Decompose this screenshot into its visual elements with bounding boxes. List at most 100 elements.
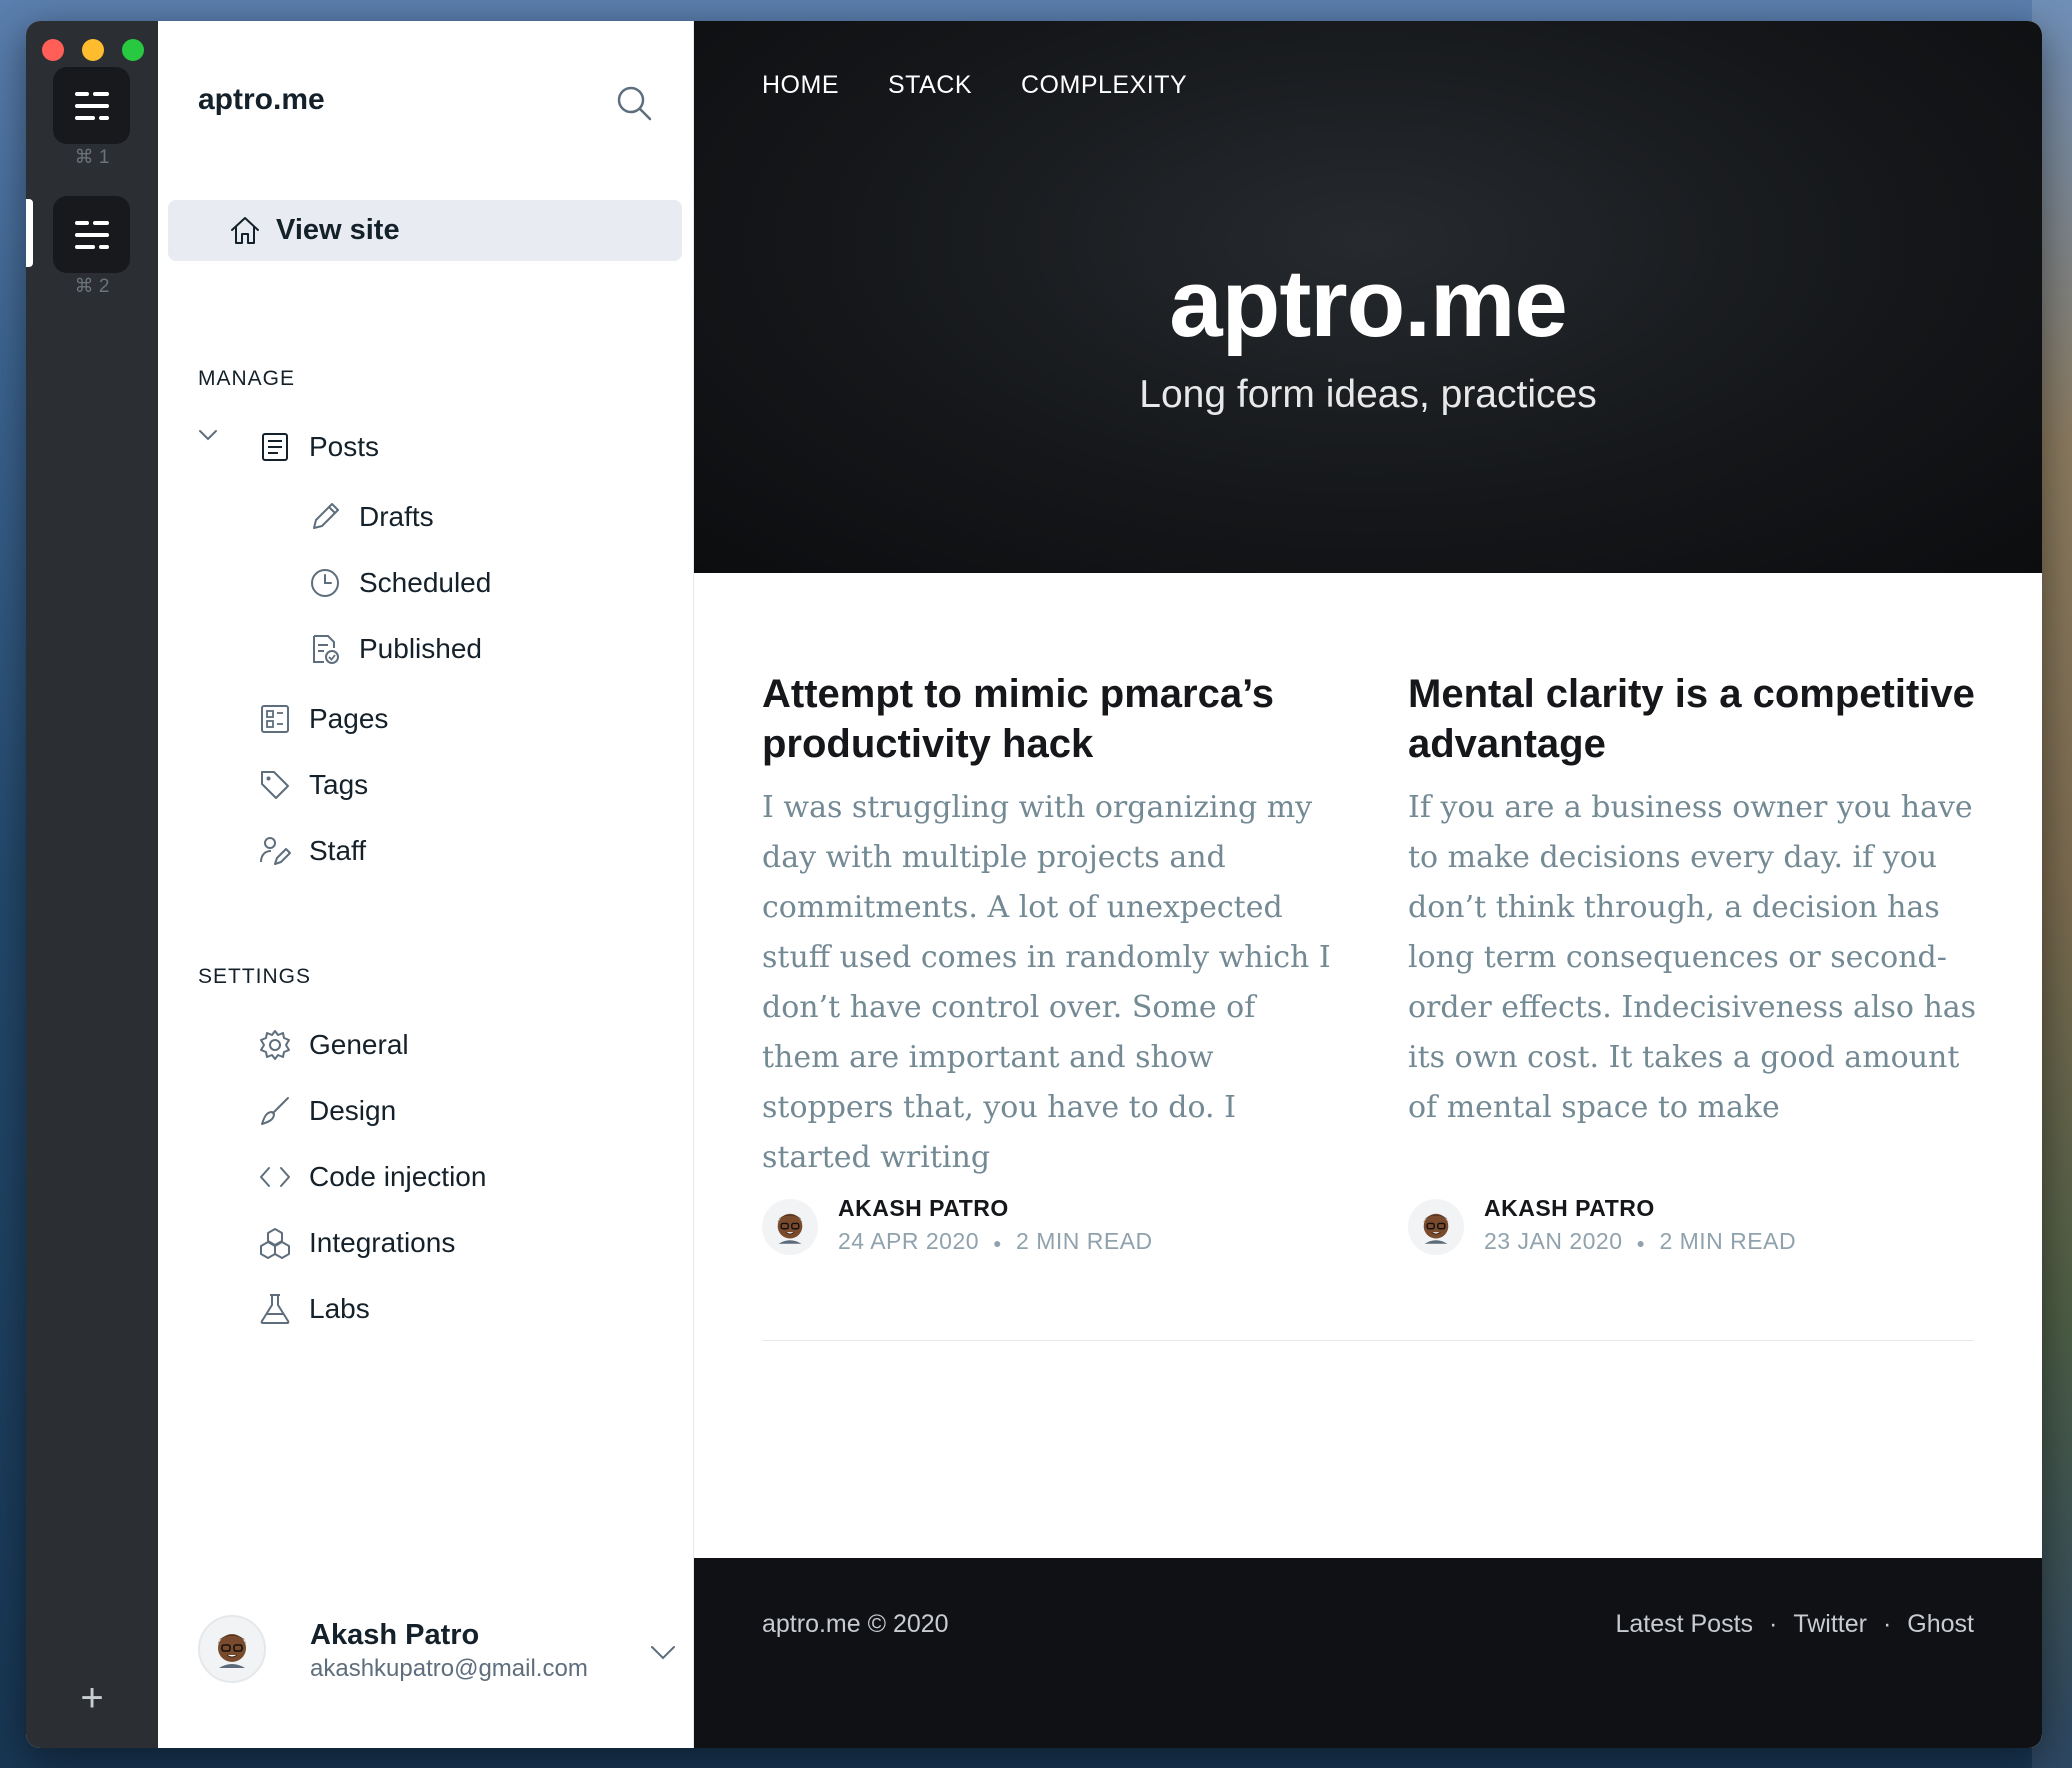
post-excerpt: If you are a business owner you have to …: [1408, 790, 1977, 1125]
nav-complexity-link[interactable]: COMPLEXITY: [1021, 71, 1187, 100]
site-nav: HOME STACK COMPLEXITY: [762, 71, 1187, 100]
manage-heading: MANAGE: [198, 367, 296, 390]
ghost-logo-icon: [74, 220, 109, 249]
footer-copyright: aptro.me © 2020: [762, 1610, 949, 1638]
ghost-logo-icon: [74, 91, 109, 120]
sidebar-item-posts[interactable]: Posts: [258, 425, 379, 469]
nav-stack-link[interactable]: STACK: [888, 71, 972, 100]
sidebar-item-drafts[interactable]: Drafts: [308, 495, 434, 539]
post-meta: AKASH PATRO 24 APR 2020 ● 2 MIN READ: [762, 1195, 1153, 1255]
sidebar-item-label: Code injection: [309, 1161, 487, 1192]
staff-icon: [260, 837, 291, 865]
footer-link-ghost[interactable]: Ghost: [1907, 1610, 1974, 1639]
search-icon[interactable]: [614, 83, 654, 123]
post-read-time: 2 MIN READ: [1016, 1228, 1153, 1254]
sidebar-item-published[interactable]: Published: [308, 627, 482, 671]
sidebar-item-pages[interactable]: Pages: [258, 697, 388, 741]
post-date-line: 24 APR 2020 ● 2 MIN READ: [838, 1228, 1153, 1255]
sidebar-item-general[interactable]: General: [258, 1023, 409, 1067]
sidebar-item-label: Tags: [309, 769, 369, 800]
author-avatar[interactable]: [1408, 1199, 1464, 1255]
post-title[interactable]: Mental clarity is a competitive advantag…: [1408, 669, 1978, 769]
user-name: Akash Patro: [310, 1619, 480, 1651]
post-author[interactable]: AKASH PATRO: [838, 1195, 1153, 1222]
posts-icon: [262, 433, 288, 461]
meta-separator: ●: [993, 1234, 1003, 1251]
post-author[interactable]: AKASH PATRO: [1484, 1195, 1796, 1222]
site-button-1[interactable]: [53, 67, 130, 144]
sidebar-item-label: Staff: [309, 835, 367, 866]
admin-sidebar: aptro.me View site MANAGE Posts Drafts S…: [158, 21, 694, 1748]
post-card[interactable]: Mental clarity is a competitive advantag…: [1408, 669, 1978, 1133]
active-site-indicator: [26, 199, 33, 267]
avatar-icon: [218, 1634, 246, 1668]
site-button-2[interactable]: [53, 196, 130, 273]
gear-icon: [260, 1030, 290, 1060]
site-brand: aptro.me: [198, 83, 325, 116]
pencil-icon: [313, 503, 339, 529]
sidebar-item-label: Scheduled: [359, 567, 492, 598]
sidebar-item-staff[interactable]: Staff: [258, 829, 366, 873]
footer-link-twitter[interactable]: Twitter: [1793, 1610, 1867, 1639]
footer-link-latest-posts[interactable]: Latest Posts: [1615, 1610, 1753, 1639]
user-email: akashkupatro@gmail.com: [310, 1655, 588, 1682]
sidebar-item-scheduled[interactable]: Scheduled: [308, 561, 491, 605]
clock-icon: [311, 569, 339, 597]
content-divider: [762, 1340, 1974, 1341]
zoom-window-button[interactable]: [122, 39, 144, 61]
integrations-icon: [260, 1228, 290, 1259]
meta-separator: ●: [1636, 1234, 1646, 1251]
settings-heading: SETTINGS: [198, 965, 312, 988]
post-date: 23 JAN 2020: [1484, 1228, 1623, 1254]
author-avatar[interactable]: [762, 1199, 818, 1255]
sidebar-item-labs[interactable]: Labs: [258, 1287, 370, 1331]
sidebar-item-label: Published: [359, 633, 482, 664]
user-avatar[interactable]: [198, 1615, 266, 1683]
home-icon: [231, 217, 259, 244]
add-site-button[interactable]: +: [76, 1678, 108, 1718]
site-footer: aptro.me © 2020 Latest Posts · Twitter ·…: [694, 1558, 2042, 1748]
sidebar-item-label: Drafts: [359, 501, 434, 532]
site-shortcut-2: ⌘ 2: [74, 276, 110, 297]
sidebar-item-label: Posts: [309, 431, 380, 462]
app-window: ⌘ 1 ⌘ 2 + aptro.me View site MANAGE Post…: [26, 21, 2042, 1748]
site-shortcut-1: ⌘ 1: [74, 147, 110, 168]
post-read-time: 2 MIN READ: [1659, 1228, 1797, 1254]
post-title[interactable]: Attempt to mimic pmarca’s productivity h…: [762, 669, 1332, 769]
post-excerpt: I was struggling with organizing my day …: [762, 790, 1331, 1175]
pages-icon: [261, 705, 289, 733]
post-date-line: 23 JAN 2020 ● 2 MIN READ: [1484, 1228, 1796, 1255]
minimize-window-button[interactable]: [82, 39, 104, 61]
site-hero: HOME STACK COMPLEXITY aptro.me Long form…: [694, 21, 2042, 573]
sidebar-item-label: Pages: [309, 703, 389, 734]
chevron-down-icon[interactable]: [648, 1637, 678, 1667]
sidebar-item-integrations[interactable]: Integrations: [258, 1221, 455, 1265]
avatar-icon: [1423, 1213, 1449, 1244]
paintbrush-icon: [261, 1097, 289, 1125]
close-window-button[interactable]: [42, 39, 64, 61]
footer-separator: ·: [1769, 1610, 1778, 1638]
view-site-label: View site: [276, 214, 400, 246]
sidebar-item-label: Design: [309, 1095, 397, 1126]
sidebar-item-tags[interactable]: Tags: [258, 763, 368, 807]
avatar-icon: [777, 1213, 803, 1244]
published-icon: [313, 635, 339, 664]
sidebar-item-code-injection[interactable]: Code injection: [258, 1155, 486, 1199]
view-site-button[interactable]: View site: [168, 200, 682, 261]
flask-icon: [260, 1294, 290, 1324]
footer-separator: ·: [1882, 1610, 1892, 1638]
nav-home-link[interactable]: HOME: [762, 71, 839, 100]
sidebar-item-design[interactable]: Design: [258, 1089, 396, 1133]
sidebar-item-label: Labs: [309, 1293, 370, 1324]
chevron-down-icon[interactable]: [197, 424, 219, 446]
footer-links: Latest Posts · Twitter · Ghost: [1615, 1610, 1974, 1639]
site-switcher-rail: ⌘ 1 ⌘ 2 +: [26, 21, 158, 1748]
code-icon: [260, 1167, 290, 1187]
post-meta: AKASH PATRO 23 JAN 2020 ● 2 MIN READ: [1408, 1195, 1796, 1255]
site-preview: HOME STACK COMPLEXITY aptro.me Long form…: [694, 21, 2042, 1748]
site-subtitle: Long form ideas, practices: [1139, 373, 1597, 416]
sidebar-item-label: Integrations: [309, 1227, 456, 1258]
post-card[interactable]: Attempt to mimic pmarca’s productivity h…: [762, 669, 1332, 1183]
post-date: 24 APR 2020: [838, 1228, 980, 1254]
sidebar-item-label: General: [309, 1029, 409, 1060]
